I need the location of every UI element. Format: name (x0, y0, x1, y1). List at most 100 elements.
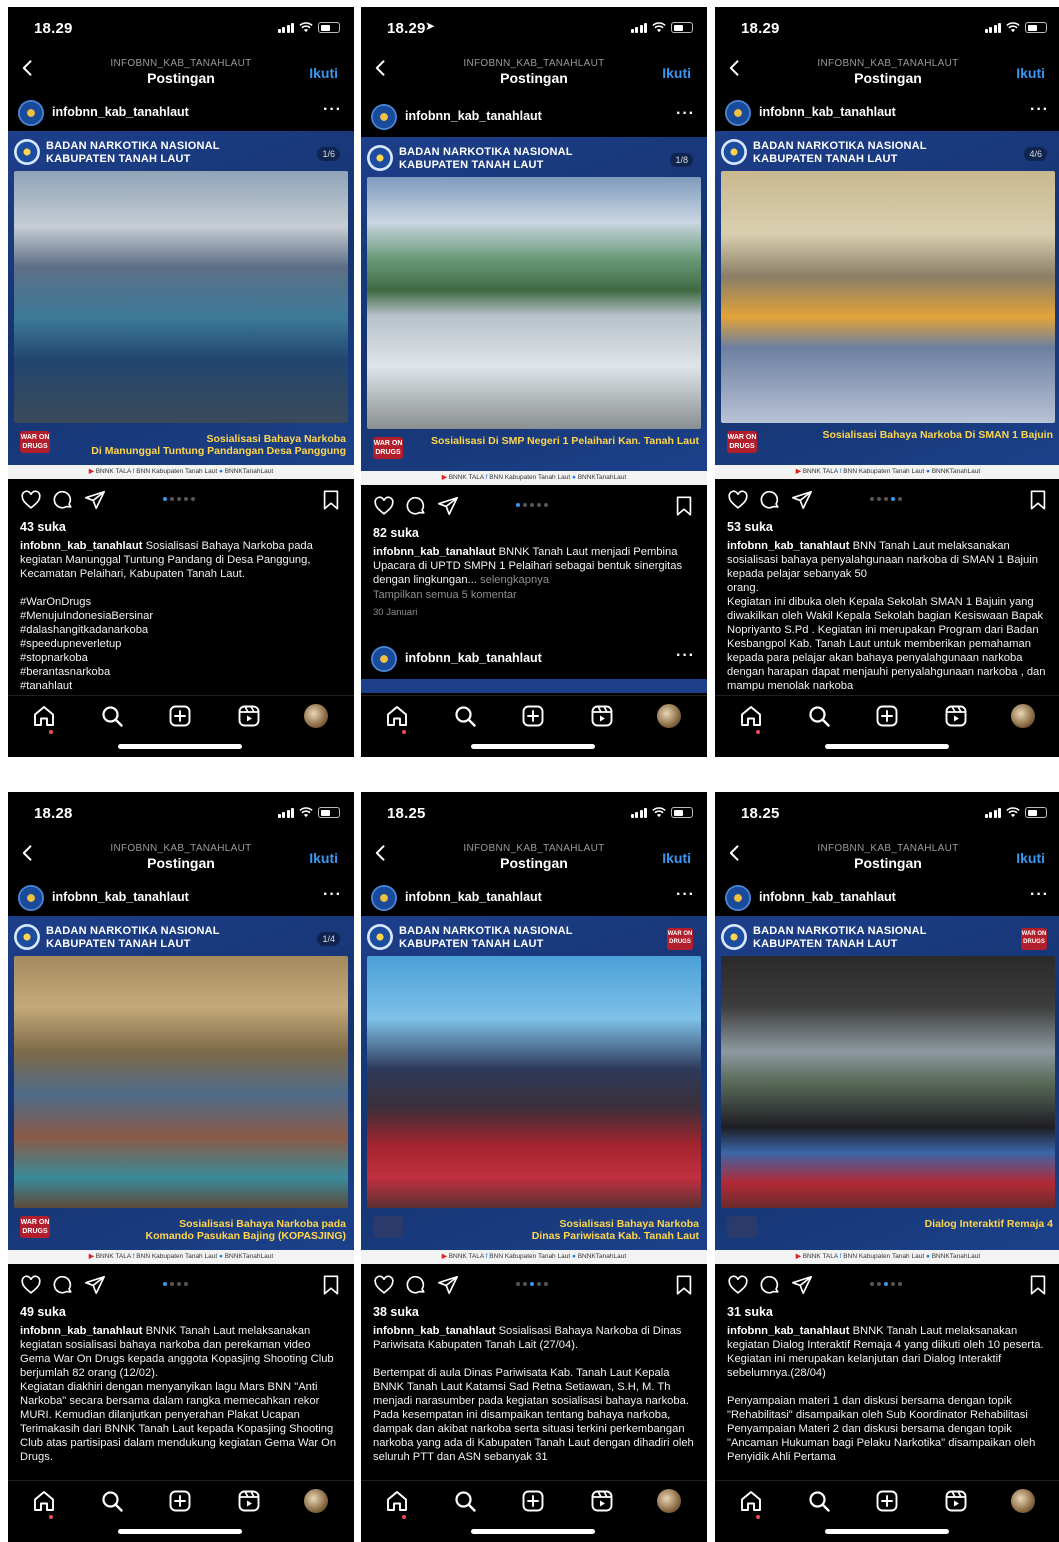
likes-count[interactable]: 82 suka (373, 526, 419, 540)
follow-button[interactable]: Ikuti (662, 850, 691, 866)
reels-icon[interactable] (944, 704, 968, 728)
follow-button[interactable]: Ikuti (662, 65, 691, 81)
post-image[interactable]: BADAN NARKOTIKA NASIONAL KABUPATEN TANAH… (361, 916, 707, 1264)
reels-icon[interactable] (237, 704, 261, 728)
caption-username[interactable]: infobnn_kab_tanahlaut (373, 546, 495, 558)
home-icon[interactable] (739, 1489, 763, 1513)
home-indicator[interactable] (118, 744, 242, 749)
home-indicator[interactable] (118, 1529, 242, 1534)
caption-username[interactable]: infobnn_kab_tanahlaut (373, 1325, 495, 1337)
save-bookmark-icon[interactable] (1027, 489, 1049, 511)
caption-username[interactable]: infobnn_kab_tanahlaut (727, 540, 849, 552)
next-post-username[interactable]: infobnn_kab_tanahlaut (405, 651, 542, 665)
author-avatar[interactable] (371, 885, 397, 911)
author-username[interactable]: infobnn_kab_tanahlaut (52, 890, 189, 904)
like-heart-icon[interactable] (20, 489, 42, 511)
comment-icon[interactable] (405, 1274, 427, 1296)
home-indicator[interactable] (471, 1529, 595, 1534)
author-avatar[interactable] (18, 885, 44, 911)
comment-icon[interactable] (52, 489, 74, 511)
create-post-icon[interactable] (521, 704, 545, 728)
like-heart-icon[interactable] (373, 1274, 395, 1296)
likes-count[interactable]: 43 suka (20, 520, 66, 534)
author-username[interactable]: infobnn_kab_tanahlaut (405, 109, 542, 123)
caption-username[interactable]: infobnn_kab_tanahlaut (20, 540, 142, 552)
like-heart-icon[interactable] (373, 495, 395, 517)
likes-count[interactable]: 38 suka (373, 1305, 419, 1319)
save-bookmark-icon[interactable] (320, 1274, 342, 1296)
profile-avatar-tab[interactable] (657, 1489, 681, 1513)
create-post-icon[interactable] (168, 1489, 192, 1513)
follow-button[interactable]: Ikuti (1016, 65, 1045, 81)
author-username[interactable]: infobnn_kab_tanahlaut (52, 105, 189, 119)
profile-avatar-tab[interactable] (1011, 704, 1035, 728)
home-icon[interactable] (32, 1489, 56, 1513)
share-icon[interactable] (791, 489, 813, 511)
follow-button[interactable]: Ikuti (309, 65, 338, 81)
home-indicator[interactable] (825, 1529, 949, 1534)
reels-icon[interactable] (590, 704, 614, 728)
search-icon[interactable] (100, 704, 124, 728)
home-icon[interactable] (385, 704, 409, 728)
comment-icon[interactable] (52, 1274, 74, 1296)
profile-avatar-tab[interactable] (1011, 1489, 1035, 1513)
more-options-icon[interactable]: ··· (323, 886, 342, 904)
comment-icon[interactable] (405, 495, 427, 517)
share-icon[interactable] (791, 1274, 813, 1296)
follow-button[interactable]: Ikuti (309, 850, 338, 866)
more-options-icon[interactable]: ··· (323, 101, 342, 119)
author-username[interactable]: infobnn_kab_tanahlaut (759, 105, 896, 119)
post-image[interactable]: BADAN NARKOTIKA NASIONAL KABUPATEN TANAH… (8, 131, 354, 479)
author-avatar[interactable] (18, 100, 44, 126)
create-post-icon[interactable] (168, 704, 192, 728)
search-icon[interactable] (807, 704, 831, 728)
share-icon[interactable] (84, 489, 106, 511)
home-indicator[interactable] (471, 744, 595, 749)
reels-icon[interactable] (944, 1489, 968, 1513)
share-icon[interactable] (84, 1274, 106, 1296)
more-options-icon[interactable]: ··· (1030, 886, 1049, 904)
create-post-icon[interactable] (875, 1489, 899, 1513)
post-image[interactable]: BADAN NARKOTIKA NASIONAL KABUPATEN TANAH… (361, 137, 707, 485)
search-icon[interactable] (807, 1489, 831, 1513)
post-image[interactable]: BADAN NARKOTIKA NASIONAL KABUPATEN TANAH… (715, 916, 1059, 1264)
profile-avatar-tab[interactable] (657, 704, 681, 728)
next-post-more-icon[interactable]: ··· (676, 647, 695, 665)
search-icon[interactable] (453, 1489, 477, 1513)
next-post-avatar[interactable] (371, 646, 397, 672)
home-icon[interactable] (385, 1489, 409, 1513)
save-bookmark-icon[interactable] (320, 489, 342, 511)
like-heart-icon[interactable] (727, 489, 749, 511)
author-avatar[interactable] (725, 885, 751, 911)
author-username[interactable]: infobnn_kab_tanahlaut (405, 890, 542, 904)
view-all-comments-link[interactable]: Tampilkan semua 5 komentar (373, 589, 517, 601)
search-icon[interactable] (100, 1489, 124, 1513)
like-heart-icon[interactable] (727, 1274, 749, 1296)
profile-avatar-tab[interactable] (304, 1489, 328, 1513)
profile-avatar-tab[interactable] (304, 704, 328, 728)
home-indicator[interactable] (825, 744, 949, 749)
comment-icon[interactable] (759, 489, 781, 511)
create-post-icon[interactable] (875, 704, 899, 728)
like-heart-icon[interactable] (20, 1274, 42, 1296)
author-avatar[interactable] (725, 100, 751, 126)
likes-count[interactable]: 53 suka (727, 520, 773, 534)
home-icon[interactable] (32, 704, 56, 728)
caption-username[interactable]: infobnn_kab_tanahlaut (20, 1325, 142, 1337)
likes-count[interactable]: 49 suka (20, 1305, 66, 1319)
create-post-icon[interactable] (521, 1489, 545, 1513)
reels-icon[interactable] (590, 1489, 614, 1513)
home-icon[interactable] (739, 704, 763, 728)
caption-username[interactable]: infobnn_kab_tanahlaut (727, 1325, 849, 1337)
save-bookmark-icon[interactable] (1027, 1274, 1049, 1296)
more-options-icon[interactable]: ··· (676, 886, 695, 904)
post-image[interactable]: BADAN NARKOTIKA NASIONAL KABUPATEN TANAH… (8, 916, 354, 1264)
likes-count[interactable]: 31 suka (727, 1305, 773, 1319)
follow-button[interactable]: Ikuti (1016, 850, 1045, 866)
see-more-link[interactable]: selengkapnya (480, 574, 549, 586)
reels-icon[interactable] (237, 1489, 261, 1513)
more-options-icon[interactable]: ··· (1030, 101, 1049, 119)
share-icon[interactable] (437, 495, 459, 517)
post-image[interactable]: BADAN NARKOTIKA NASIONAL KABUPATEN TANAH… (715, 131, 1059, 479)
share-icon[interactable] (437, 1274, 459, 1296)
